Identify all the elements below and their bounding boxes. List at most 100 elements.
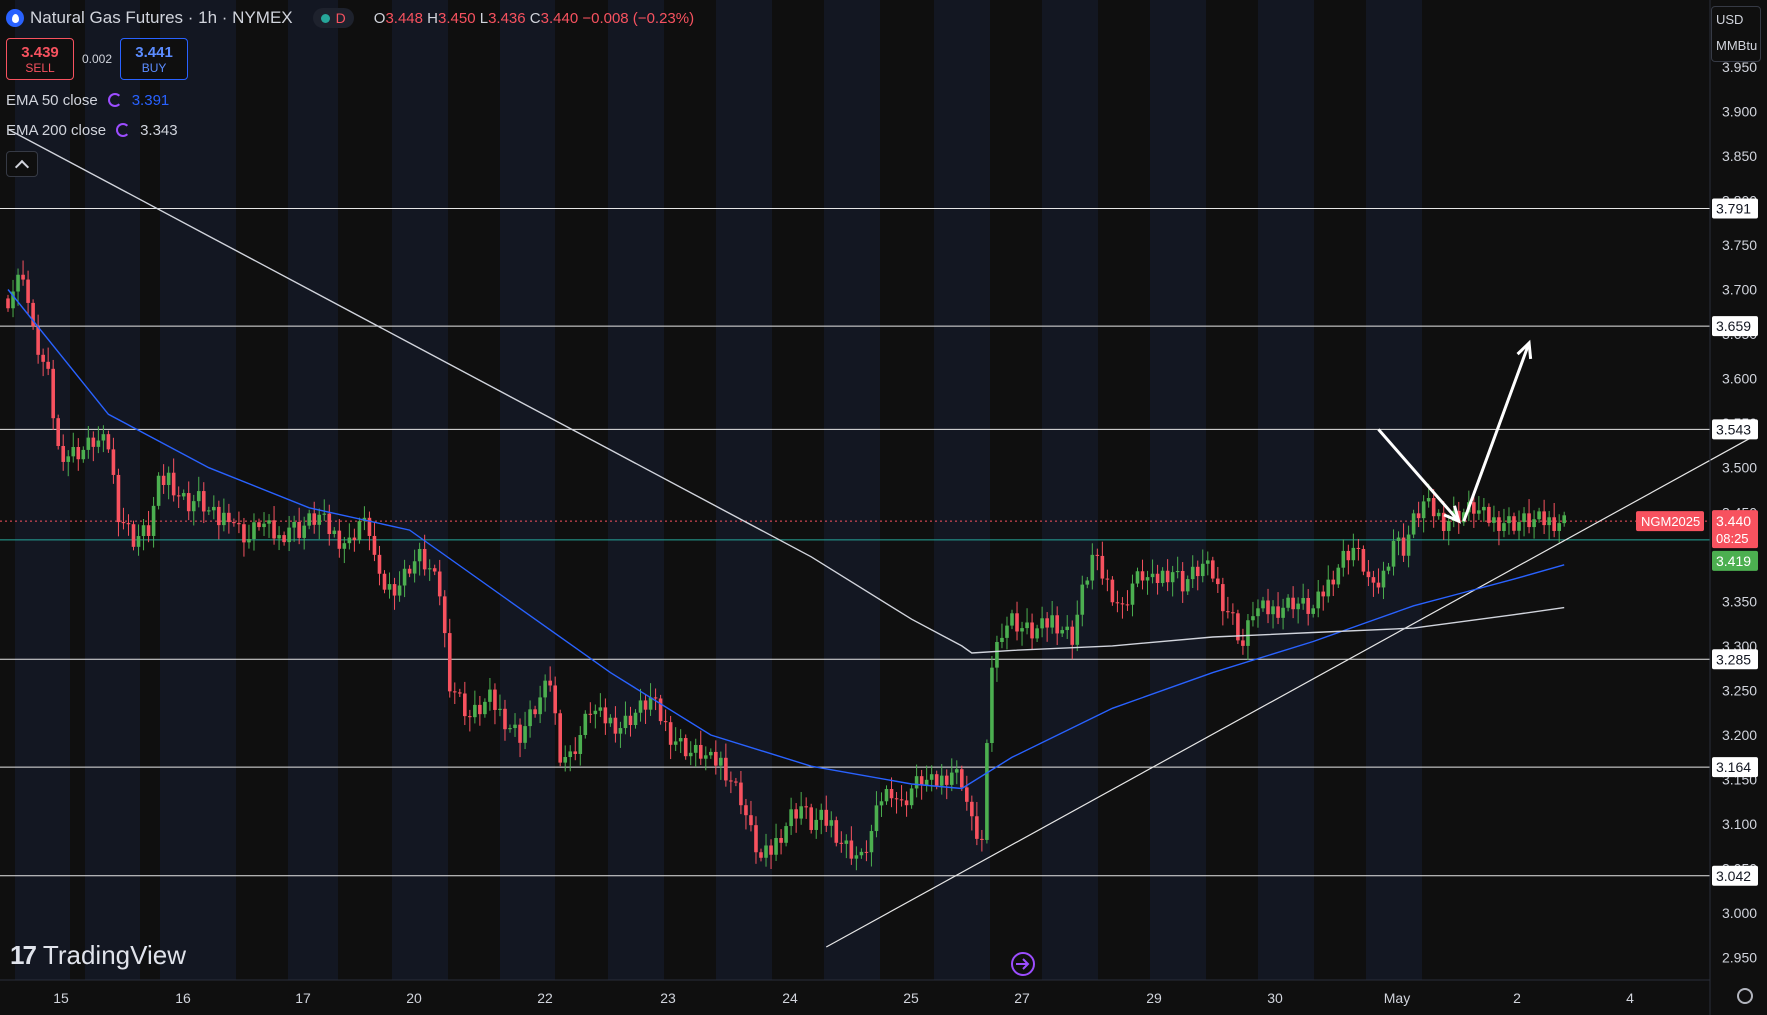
indicator-ema50[interactable]: EMA 50 close 3.391 — [6, 89, 169, 111]
candle-body — [568, 751, 573, 758]
candle-body — [774, 837, 778, 855]
candle-body — [1085, 580, 1090, 585]
collapse-legend-button[interactable] — [6, 151, 38, 177]
candle-body — [422, 548, 427, 570]
candle-body — [217, 506, 221, 526]
candle-body — [1371, 577, 1376, 583]
candle-body — [141, 525, 146, 537]
candle-body — [854, 855, 859, 859]
buy-label: BUY — [141, 60, 167, 75]
session-band — [85, 0, 140, 980]
candle-body — [759, 852, 763, 858]
candle-body — [1296, 603, 1300, 610]
symbol-title[interactable]: Natural Gas Futures · 1h · NYMEX — [30, 8, 293, 28]
indicator-value: 3.391 — [131, 91, 170, 109]
sell-price: 3.439 — [21, 43, 59, 61]
candle-body — [1040, 618, 1044, 629]
candle-body — [678, 738, 683, 742]
ohlc-close: 3.440 — [540, 9, 579, 27]
candle-body — [1190, 566, 1195, 580]
time-tick-label: 29 — [1146, 990, 1162, 1006]
candle-body — [563, 757, 568, 763]
candle-body — [513, 724, 517, 729]
tradingview-logo[interactable]: 17 TradingView — [10, 940, 186, 971]
candle-body — [839, 842, 844, 844]
candle-body — [166, 472, 171, 486]
candle-body — [237, 523, 241, 525]
candle-body — [1431, 498, 1436, 517]
candle-body — [1125, 604, 1130, 606]
candle-body — [834, 820, 839, 843]
candle-body — [136, 536, 141, 547]
price-tick-label: 3.900 — [1722, 103, 1757, 119]
market-status[interactable]: D — [312, 8, 354, 28]
gear-icon[interactable] — [1737, 988, 1753, 1004]
price-tick-label: 3.000 — [1722, 905, 1757, 921]
candle-body — [503, 708, 507, 730]
candle-body — [1316, 591, 1321, 609]
candle-body — [447, 633, 452, 692]
candle-body — [307, 513, 311, 526]
price-tick-label: 3.200 — [1722, 727, 1757, 743]
price-chart[interactable]: 2.9503.0003.0503.1003.1503.2003.2503.300… — [0, 0, 1767, 1015]
candle-body — [201, 491, 206, 512]
candle-body — [633, 712, 638, 726]
candle-body — [879, 801, 884, 806]
candle-body — [468, 716, 472, 718]
candle-body — [693, 744, 698, 753]
session-band — [608, 0, 664, 980]
candle-body — [784, 826, 788, 843]
candle-body — [1120, 603, 1125, 605]
candle-body — [1231, 612, 1235, 614]
candle-body — [889, 788, 894, 799]
ohlc-change: −0.008 (−0.23%) — [582, 9, 695, 27]
candle-body — [1105, 578, 1110, 580]
last-price-tag-label: 3.440 — [1716, 513, 1751, 529]
time-tick-label: 30 — [1267, 990, 1283, 1006]
candle-body — [437, 571, 442, 597]
candle-body — [1557, 523, 1561, 531]
candle-body — [744, 805, 748, 816]
candle-body — [1507, 516, 1511, 524]
candle-body — [272, 520, 276, 539]
symbol-tag-label: NGM2025 — [1641, 514, 1700, 529]
level-tag-label: 3.543 — [1716, 421, 1751, 437]
time-tick-label: 24 — [782, 990, 798, 1006]
candle-body — [819, 809, 824, 820]
candle-body — [729, 780, 733, 782]
indicator-label: EMA 200 close — [6, 121, 107, 139]
session-band — [392, 0, 448, 980]
price-tick-label: 3.850 — [1722, 148, 1757, 164]
indicator-ema200[interactable]: EMA 200 close 3.343 — [6, 119, 178, 141]
price-unit-selector[interactable]: USD MMBtu — [1711, 6, 1761, 62]
candle-body — [724, 757, 728, 781]
candle-body — [668, 722, 673, 745]
candle-body — [1185, 579, 1190, 592]
candle-body — [518, 724, 522, 743]
candle-body — [1311, 608, 1315, 614]
candle-body — [894, 798, 899, 800]
candle-body — [1472, 502, 1476, 514]
indicator-label: EMA 50 close — [6, 91, 98, 109]
buy-button[interactable]: 3.441 BUY — [120, 38, 189, 80]
candle-body — [1065, 626, 1070, 631]
time-tick-label: 16 — [175, 990, 191, 1006]
candle-body — [16, 274, 20, 292]
candle-body — [809, 807, 813, 830]
candle-body — [1331, 579, 1336, 585]
candle-body — [985, 743, 989, 840]
candle-body — [1421, 501, 1426, 519]
candle-body — [417, 548, 422, 562]
candle-body — [1366, 571, 1371, 578]
candle-body — [663, 721, 668, 723]
candle-body — [714, 751, 718, 766]
candle-body — [919, 776, 924, 786]
candle-body — [1351, 547, 1356, 561]
candle-body — [1326, 579, 1331, 597]
natural-gas-icon — [6, 9, 24, 27]
candle-body — [874, 805, 879, 832]
session-band — [1042, 0, 1098, 980]
candle-body — [864, 851, 869, 853]
candle-body — [1015, 613, 1019, 632]
sell-button[interactable]: 3.439 SELL — [6, 38, 74, 80]
